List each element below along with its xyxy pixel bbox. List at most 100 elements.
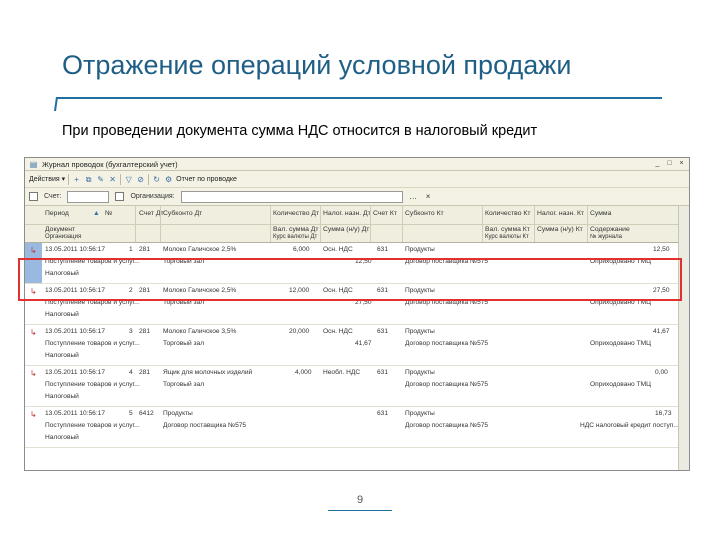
col-divider bbox=[587, 206, 588, 242]
delete-icon[interactable]: ✕ bbox=[108, 175, 117, 184]
cell-number: 3 bbox=[129, 328, 133, 335]
cell-sub-dt: Ящик для молочных изделий bbox=[163, 369, 253, 376]
cell-organization: Налоговый bbox=[45, 393, 79, 400]
col-divider bbox=[402, 206, 403, 242]
cell-content: Оприходовано ТМЦ bbox=[590, 381, 651, 388]
col-document[interactable]: Документ bbox=[45, 226, 75, 233]
cell-qty-dt: 20,000 bbox=[289, 328, 310, 335]
cell-tax-dt: Осн. НДС bbox=[323, 246, 353, 253]
table-header: Период ▲ № Счет Дт Субконто Дт Количеств… bbox=[25, 206, 679, 243]
title-rule bbox=[56, 97, 662, 99]
cell-sub-dt: Продукты bbox=[163, 410, 193, 417]
col-cur-kt[interactable]: Вал. сумма Кт bbox=[485, 226, 530, 233]
entry-icon: ↳ bbox=[30, 246, 37, 255]
refresh-icon[interactable]: ↻ bbox=[152, 175, 161, 184]
col-sub-dt[interactable]: Субконто Дт bbox=[163, 210, 202, 217]
actions-menu-button[interactable]: Действия ▾ bbox=[29, 175, 65, 183]
cell-tax-dt: Осн. НДС bbox=[323, 328, 353, 335]
cell-number: 1 bbox=[129, 246, 133, 253]
cell-amount: 16,73 bbox=[655, 410, 672, 417]
minimize-button[interactable]: _ bbox=[653, 159, 662, 168]
col-amount[interactable]: Сумма bbox=[590, 210, 611, 217]
cell-acc-kt: 631 bbox=[377, 328, 389, 335]
cell-acc-dt: 6412 bbox=[139, 410, 154, 417]
cell-amount: 41,67 bbox=[653, 328, 670, 335]
table-row[interactable]: ↳ 13.05.2011 10:56:17 Поступление товаро… bbox=[25, 407, 679, 448]
cell-sub-dt: Молоко Галичское 3,5% bbox=[163, 328, 237, 335]
highlighted-vat-entry bbox=[18, 258, 682, 301]
col-divider bbox=[270, 206, 271, 242]
select-icon[interactable]: … bbox=[409, 192, 418, 201]
toolbar-separator bbox=[120, 173, 122, 185]
title-accent bbox=[54, 97, 58, 111]
cell-number: 4 bbox=[129, 369, 133, 376]
col-journal[interactable]: № журнала bbox=[590, 234, 622, 240]
cell-tax-dt: Необл. НДС bbox=[323, 369, 361, 376]
slide-subtitle: При проведении документа сумма НДС относ… bbox=[62, 123, 538, 139]
table-row[interactable]: ↳ 13.05.2011 10:56:17 Поступление товаро… bbox=[25, 325, 679, 366]
cell-sub-kt: Договор поставщика №575 bbox=[405, 422, 489, 429]
col-divider bbox=[135, 206, 136, 242]
cell-acc-dt: 281 bbox=[139, 246, 151, 253]
account-filter-label: Счет: bbox=[44, 193, 62, 200]
report-button[interactable]: Отчет по проводке bbox=[176, 176, 237, 183]
org-filter-checkbox[interactable] bbox=[115, 192, 125, 201]
maximize-button[interactable]: □ bbox=[665, 159, 674, 168]
edit-icon[interactable]: ✎ bbox=[96, 175, 105, 184]
cell-content: Оприходовано ТМЦ bbox=[590, 340, 651, 347]
cell-period: 13.05.2011 10:56:17 bbox=[45, 410, 106, 417]
account-filter-checkbox[interactable] bbox=[29, 192, 38, 201]
filter-icon[interactable]: ▽ bbox=[124, 175, 133, 184]
col-tax-dt[interactable]: Налог. назн. Дт bbox=[323, 210, 371, 217]
col-qty-dt[interactable]: Количество Дт bbox=[273, 210, 319, 217]
vertical-scrollbar[interactable] bbox=[678, 206, 689, 470]
cell-period: 13.05.2011 10:56:17 bbox=[45, 369, 106, 376]
window-titlebar[interactable]: ▤ Журнал проводок (бухгалтерский учет) _… bbox=[25, 158, 689, 171]
sort-arrow-icon[interactable]: ▲ bbox=[93, 210, 100, 217]
cell-organization: Налоговый bbox=[45, 352, 79, 359]
col-period[interactable]: Период bbox=[45, 210, 69, 217]
page-number-rule bbox=[328, 510, 392, 511]
clear-icon[interactable]: × bbox=[424, 192, 433, 201]
cell-acc-dt: 281 bbox=[139, 369, 151, 376]
filter-clear-icon[interactable]: ⊘ bbox=[136, 175, 145, 184]
page-number: 9 bbox=[356, 494, 364, 506]
cell-document: Поступление товаров и услуг... bbox=[45, 381, 140, 388]
org-filter-field[interactable] bbox=[180, 190, 403, 203]
cell-sub-kt: Продукты bbox=[405, 328, 435, 335]
col-sub-kt[interactable]: Субконто Кт bbox=[405, 210, 444, 217]
close-button[interactable]: × bbox=[677, 159, 686, 168]
entry-icon: ↳ bbox=[30, 369, 37, 378]
entry-icon: ↳ bbox=[30, 328, 37, 337]
col-divider bbox=[370, 206, 371, 242]
col-organization[interactable]: Организация bbox=[45, 234, 81, 240]
col-rate-kt[interactable]: Курс валюты Кт bbox=[485, 234, 529, 240]
col-cur-dt[interactable]: Вал. сумма Дт bbox=[273, 226, 319, 233]
col-divider bbox=[482, 206, 483, 242]
cell-acc-kt: 631 bbox=[377, 369, 389, 376]
org-filter-label: Организация: bbox=[130, 193, 175, 200]
cell-sub-dt: Торговый зал bbox=[163, 381, 205, 388]
table-row[interactable]: ↳ 13.05.2011 10:56:17 Поступление товаро… bbox=[25, 366, 679, 407]
cell-organization: Налоговый bbox=[45, 311, 79, 318]
cell-sub-dt: Договор поставщика №575 bbox=[163, 422, 247, 429]
cell-document: Поступление товаров и услуг... bbox=[45, 422, 140, 429]
cell-organization: Налоговый bbox=[45, 434, 79, 441]
col-rate-dt[interactable]: Курс валюты Дт bbox=[273, 234, 317, 240]
filter-bar: Счет: Организация: … × bbox=[25, 188, 689, 206]
gear-icon[interactable]: ⚙ bbox=[164, 175, 173, 184]
toolbar-separator bbox=[148, 173, 150, 185]
col-content[interactable]: Содержание bbox=[590, 226, 630, 233]
col-number[interactable]: № bbox=[105, 210, 112, 217]
col-tax-kt[interactable]: Налог. назн. Кт bbox=[537, 210, 584, 217]
header-divider bbox=[25, 224, 679, 225]
col-qty-kt[interactable]: Количество Кт bbox=[485, 210, 530, 217]
col-sum-nu-kt[interactable]: Сумма (н/у) Кт bbox=[537, 226, 583, 233]
col-acc-kt[interactable]: Счет Кт bbox=[373, 210, 397, 217]
copy-icon[interactable]: ⧉ bbox=[84, 175, 93, 184]
account-filter-field[interactable] bbox=[67, 190, 110, 203]
add-icon[interactable]: + bbox=[72, 175, 81, 184]
cell-sub-kt: Договор поставщика №575 bbox=[405, 340, 489, 347]
col-sum-nu-dt[interactable]: Сумма (н/у) Дт bbox=[323, 226, 369, 233]
cell-qty-dt: 4,000 bbox=[295, 369, 312, 376]
